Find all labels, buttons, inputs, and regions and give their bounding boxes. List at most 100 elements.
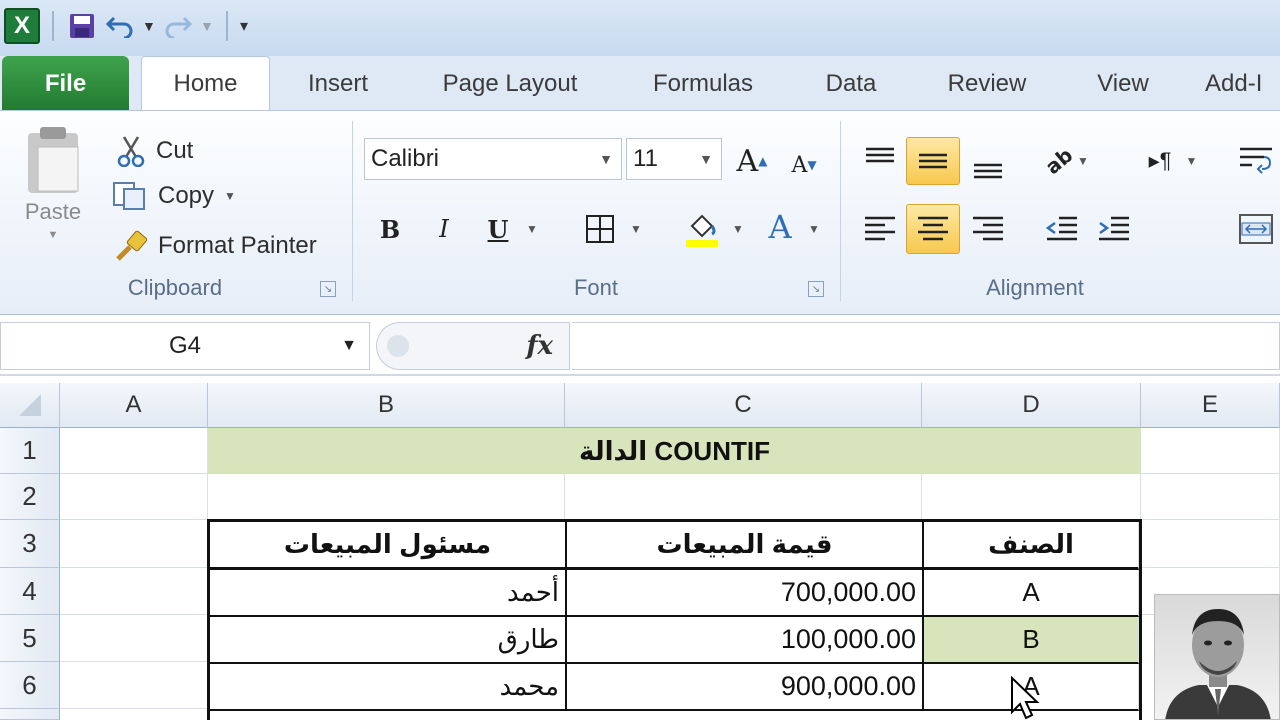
bold-button[interactable]: B <box>370 209 410 249</box>
row-header[interactable]: 2 <box>0 474 60 520</box>
shrink-font-button[interactable]: A ▼ <box>784 145 824 185</box>
sales-value-cell[interactable]: 900,000.00 <box>567 664 924 711</box>
grow-font-button[interactable]: A ▲ <box>732 141 772 181</box>
cell[interactable] <box>1141 474 1280 520</box>
tab-review[interactable]: Review <box>930 56 1044 111</box>
font-name-combobox[interactable]: Calibri ▼ <box>364 138 622 180</box>
chevron-down-icon[interactable]: ▼ <box>341 337 357 355</box>
category-cell[interactable]: A <box>924 570 1139 617</box>
header-cell-category[interactable]: الصنف <box>924 522 1139 570</box>
text-direction-button[interactable]: ▸¶ ▼ <box>1138 139 1208 183</box>
underline-dropdown-icon[interactable]: ▼ <box>522 209 542 249</box>
increase-indent-button[interactable] <box>1092 207 1136 251</box>
cell[interactable] <box>60 474 208 520</box>
orientation-button[interactable]: ab ▼ <box>1038 139 1096 183</box>
bottom-align-button[interactable] <box>966 145 1010 189</box>
clipboard-dialog-launcher-icon[interactable]: ↘ <box>320 281 336 297</box>
customize-qat-icon[interactable]: ▾ <box>240 16 254 36</box>
worksheet-grid: A B C D E 1 2 3 4 5 6 الدالة COUNTIF مسئ… <box>0 383 1280 720</box>
row-header[interactable]: 5 <box>0 615 60 662</box>
cell[interactable] <box>60 615 208 662</box>
cell[interactable] <box>1141 520 1280 568</box>
decrease-indent-button[interactable] <box>1040 207 1084 251</box>
undo-icon[interactable] <box>104 10 136 42</box>
excel-icon[interactable]: X <box>4 8 40 44</box>
insert-function-button[interactable]: fx <box>526 331 553 361</box>
tab-file[interactable]: File <box>2 56 129 111</box>
cell[interactable] <box>208 474 565 520</box>
sales-rep-cell[interactable]: أحمد <box>210 570 567 617</box>
ribbon-tabs: File Home Insert Page Layout Formulas Da… <box>0 56 1280 111</box>
undo-dropdown-icon[interactable]: ▼ <box>142 18 156 34</box>
category-cell[interactable]: B <box>924 617 1139 664</box>
font-size-combobox[interactable]: 11 ▼ <box>626 138 722 180</box>
font-color-dropdown-icon[interactable]: ▼ <box>804 209 824 249</box>
font-dialog-launcher-icon[interactable]: ↘ <box>808 281 824 297</box>
font-size-value: 11 <box>633 145 658 172</box>
decrease-indent-icon <box>1045 216 1077 241</box>
header-cell-sales-value[interactable]: قيمة المبيعات <box>567 522 924 570</box>
align-left-button[interactable] <box>858 207 902 251</box>
select-all-button[interactable] <box>0 383 60 428</box>
text-direction-dropdown-icon: ▼ <box>1185 154 1198 168</box>
column-header[interactable]: C <box>565 383 922 428</box>
cell[interactable] <box>60 520 208 568</box>
row-header[interactable]: 3 <box>0 520 60 568</box>
sales-value-cell[interactable]: 100,000.00 <box>567 617 924 664</box>
name-box[interactable]: G4 ▼ <box>0 322 370 370</box>
paste-button[interactable]: Paste ▼ <box>22 125 84 241</box>
cell[interactable] <box>922 474 1141 520</box>
header-cell-sales-rep[interactable]: مسئول المبيعات <box>210 522 567 570</box>
sales-rep-cell[interactable]: محمد <box>210 664 567 711</box>
cell[interactable] <box>60 662 208 709</box>
column-header[interactable]: A <box>60 383 208 428</box>
column-header[interactable]: D <box>922 383 1141 428</box>
tab-add-ins[interactable]: Add-I <box>1205 56 1280 111</box>
cut-button[interactable]: Cut <box>116 135 193 167</box>
formula-bar-controls: fx <box>376 322 570 370</box>
cell[interactable] <box>565 474 922 520</box>
row-header[interactable]: 4 <box>0 568 60 615</box>
row-header[interactable]: 6 <box>0 662 60 709</box>
row-header[interactable] <box>0 709 60 720</box>
align-right-button[interactable] <box>966 207 1010 251</box>
italic-button[interactable]: I <box>424 209 464 249</box>
tab-home[interactable]: Home <box>141 56 270 111</box>
cut-label: Cut <box>156 137 194 164</box>
fill-color-button[interactable] <box>682 207 722 251</box>
tab-formulas[interactable]: Formulas <box>636 56 770 111</box>
expand-handle-icon[interactable] <box>387 335 409 357</box>
paste-dropdown-icon[interactable]: ▼ <box>48 229 59 241</box>
copy-button[interactable]: Copy ▼ <box>112 181 236 211</box>
tab-view[interactable]: View <box>1082 56 1164 111</box>
row-header[interactable]: 1 <box>0 428 60 474</box>
copy-dropdown-icon[interactable]: ▼ <box>224 189 236 203</box>
middle-align-button[interactable] <box>906 137 960 185</box>
borders-dropdown-icon[interactable]: ▼ <box>626 209 646 249</box>
column-header[interactable]: E <box>1141 383 1280 428</box>
borders-button[interactable] <box>580 209 620 249</box>
formula-input[interactable] <box>572 322 1280 370</box>
tab-insert[interactable]: Insert <box>290 56 386 111</box>
tab-data[interactable]: Data <box>810 56 892 111</box>
title-cell[interactable]: الدالة COUNTIF <box>208 428 1141 474</box>
cell[interactable] <box>1141 428 1280 474</box>
redo-icon[interactable] <box>162 10 194 42</box>
sales-value-cell[interactable]: 700,000.00 <box>567 570 924 617</box>
top-align-button[interactable] <box>858 135 902 179</box>
wrap-text-button[interactable] <box>1236 141 1276 181</box>
font-group: Calibri ▼ 11 ▼ A ▲ A ▼ B I U ▼ ▼ ▼ A ▼ Fon… <box>354 111 838 311</box>
sales-rep-cell[interactable]: طارق <box>210 617 567 664</box>
fill-color-dropdown-icon[interactable]: ▼ <box>728 209 748 249</box>
column-header[interactable]: B <box>208 383 565 428</box>
font-color-button[interactable]: A <box>760 205 800 249</box>
redo-dropdown-icon[interactable]: ▼ <box>200 18 214 34</box>
save-icon[interactable] <box>66 10 98 42</box>
format-painter-button[interactable]: Format Painter <box>114 229 317 263</box>
center-button[interactable] <box>906 204 960 254</box>
cell[interactable] <box>60 568 208 615</box>
tab-page-layout[interactable]: Page Layout <box>425 56 595 111</box>
cell[interactable] <box>60 428 208 474</box>
merge-center-button[interactable] <box>1236 209 1276 249</box>
underline-button[interactable]: U <box>478 209 518 249</box>
